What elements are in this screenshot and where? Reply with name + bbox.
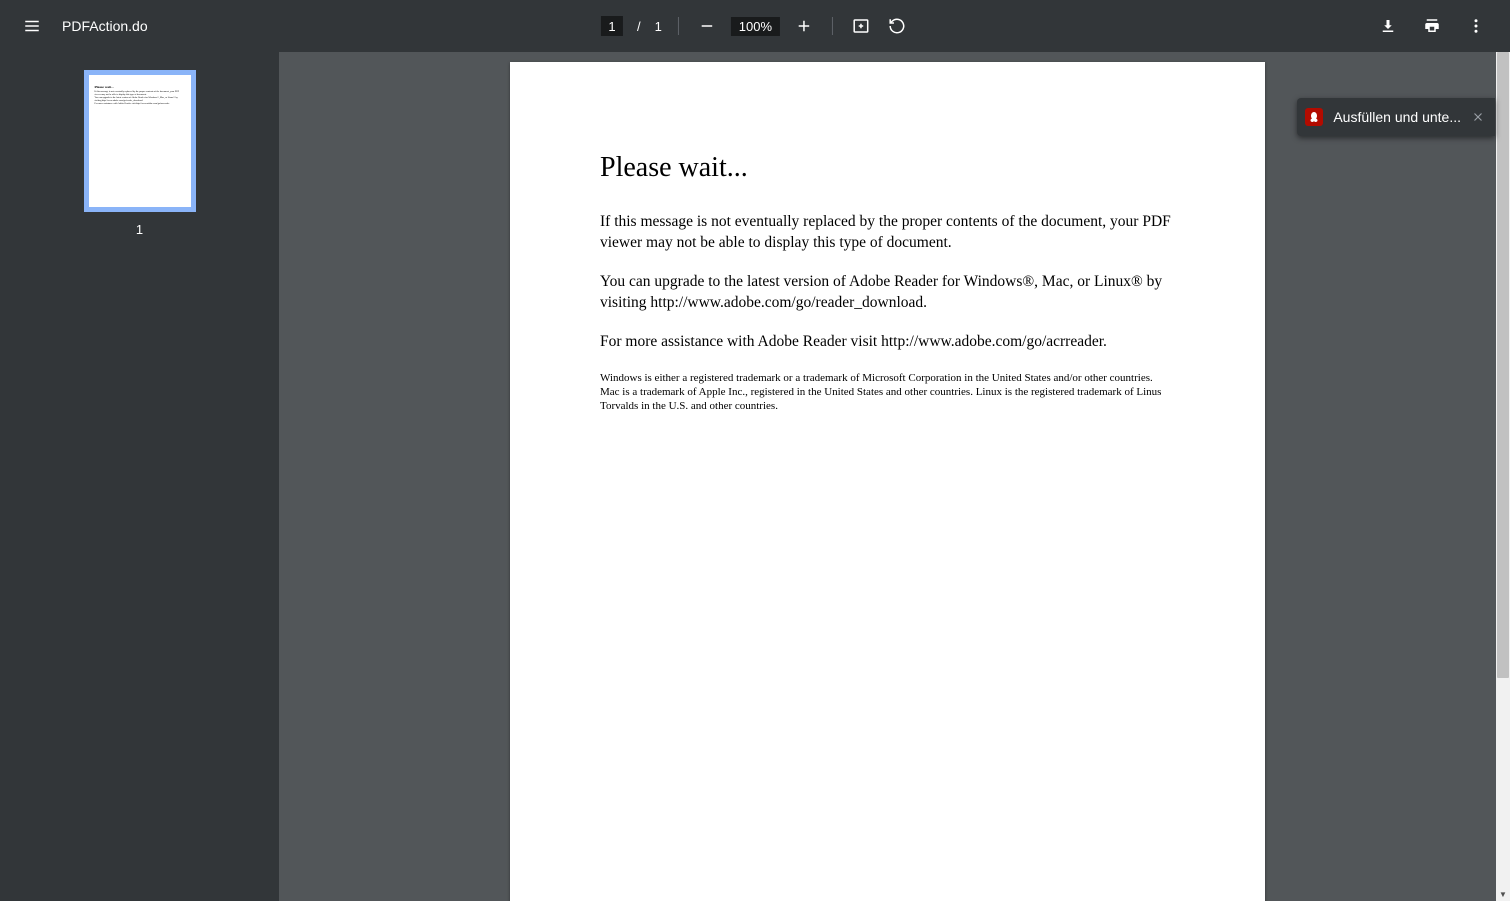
zoom-level[interactable]: 100%: [731, 17, 780, 36]
divider: [832, 17, 833, 35]
pdf-page: Please wait... If this message is not ev…: [510, 62, 1265, 901]
page-fineprint: Windows is either a registered trademark…: [600, 371, 1175, 414]
thumbnail-page-number: 1: [136, 222, 143, 237]
scrollbar-thumb[interactable]: [1497, 52, 1509, 678]
scrollbar-down-arrow[interactable]: ▼: [1496, 887, 1510, 901]
page-heading: Please wait...: [600, 152, 1175, 184]
more-options-button[interactable]: [1464, 14, 1488, 38]
print-icon: [1423, 17, 1441, 35]
thumbnail-sidebar: Please wait... If this message is not ev…: [0, 52, 279, 901]
download-icon: [1379, 17, 1397, 35]
fit-page-icon: [852, 17, 870, 35]
close-icon: [1471, 110, 1485, 124]
popup-close-button[interactable]: [1471, 110, 1485, 124]
page-separator: /: [637, 19, 641, 34]
fit-to-page-button[interactable]: [849, 14, 873, 38]
rotate-button[interactable]: [885, 14, 909, 38]
page-paragraph: You can upgrade to the latest version of…: [600, 272, 1175, 314]
minus-icon: [698, 17, 716, 35]
thumbnail-heading: Please wait...: [95, 85, 185, 89]
total-pages: 1: [655, 19, 662, 34]
popup-label[interactable]: Ausfüllen und unte...: [1333, 109, 1461, 125]
page-number-input[interactable]: [601, 16, 623, 36]
print-button[interactable]: [1420, 14, 1444, 38]
thumbnail-page-1[interactable]: Please wait... If this message is not ev…: [84, 70, 196, 212]
page-paragraph: For more assistance with Adobe Reader vi…: [600, 332, 1175, 353]
adobe-acrobat-icon: [1305, 108, 1323, 126]
file-title: PDFAction.do: [62, 18, 148, 34]
page-paragraph: If this message is not eventually replac…: [600, 212, 1175, 254]
adobe-extension-popup: Ausfüllen und unte...: [1297, 98, 1495, 136]
thumbnail-line: For more assistance with Adobe Reader vi…: [95, 103, 185, 106]
vertical-scrollbar[interactable]: ▼: [1496, 52, 1510, 901]
scrollbar-track[interactable]: [1496, 52, 1510, 887]
menu-button[interactable]: [20, 14, 44, 38]
download-button[interactable]: [1376, 14, 1400, 38]
zoom-in-button[interactable]: [792, 14, 816, 38]
thumbnail-item: Please wait... If this message is not ev…: [84, 70, 196, 237]
toolbar: PDFAction.do / 1 100%: [0, 0, 1510, 52]
zoom-out-button[interactable]: [695, 14, 719, 38]
document-viewport[interactable]: Please wait... If this message is not ev…: [279, 52, 1496, 901]
plus-icon: [795, 17, 813, 35]
more-vertical-icon: [1467, 17, 1485, 35]
divider: [678, 17, 679, 35]
hamburger-icon: [23, 17, 41, 35]
rotate-icon: [888, 17, 906, 35]
